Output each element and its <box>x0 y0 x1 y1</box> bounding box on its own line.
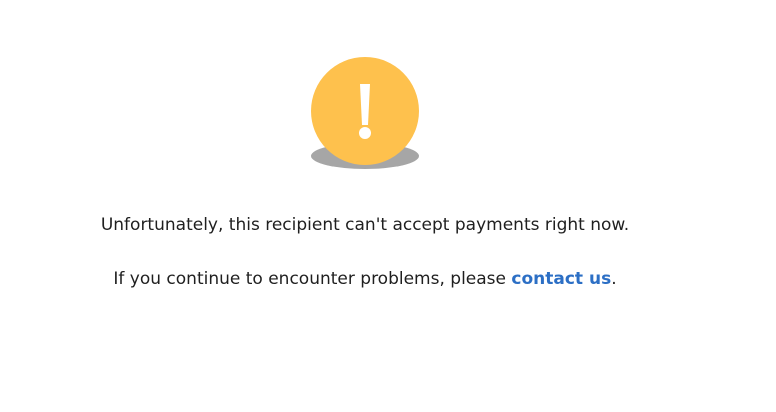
contact-support-message: If you continue to encounter problems, p… <box>0 268 730 290</box>
recipient-unavailable-text: Unfortunately, this recipient can't acce… <box>100 215 630 235</box>
contact-us-link[interactable]: contact us <box>511 269 611 289</box>
exclamation-icon <box>311 57 419 169</box>
recipient-unavailable-message: Unfortunately, this recipient can't acce… <box>0 214 730 236</box>
warning-icon-container <box>311 57 419 169</box>
contact-support-suffix: . <box>611 269 617 289</box>
exclamation-dot <box>359 127 371 139</box>
contact-support-prefix: If you continue to encounter problems, p… <box>113 269 512 289</box>
